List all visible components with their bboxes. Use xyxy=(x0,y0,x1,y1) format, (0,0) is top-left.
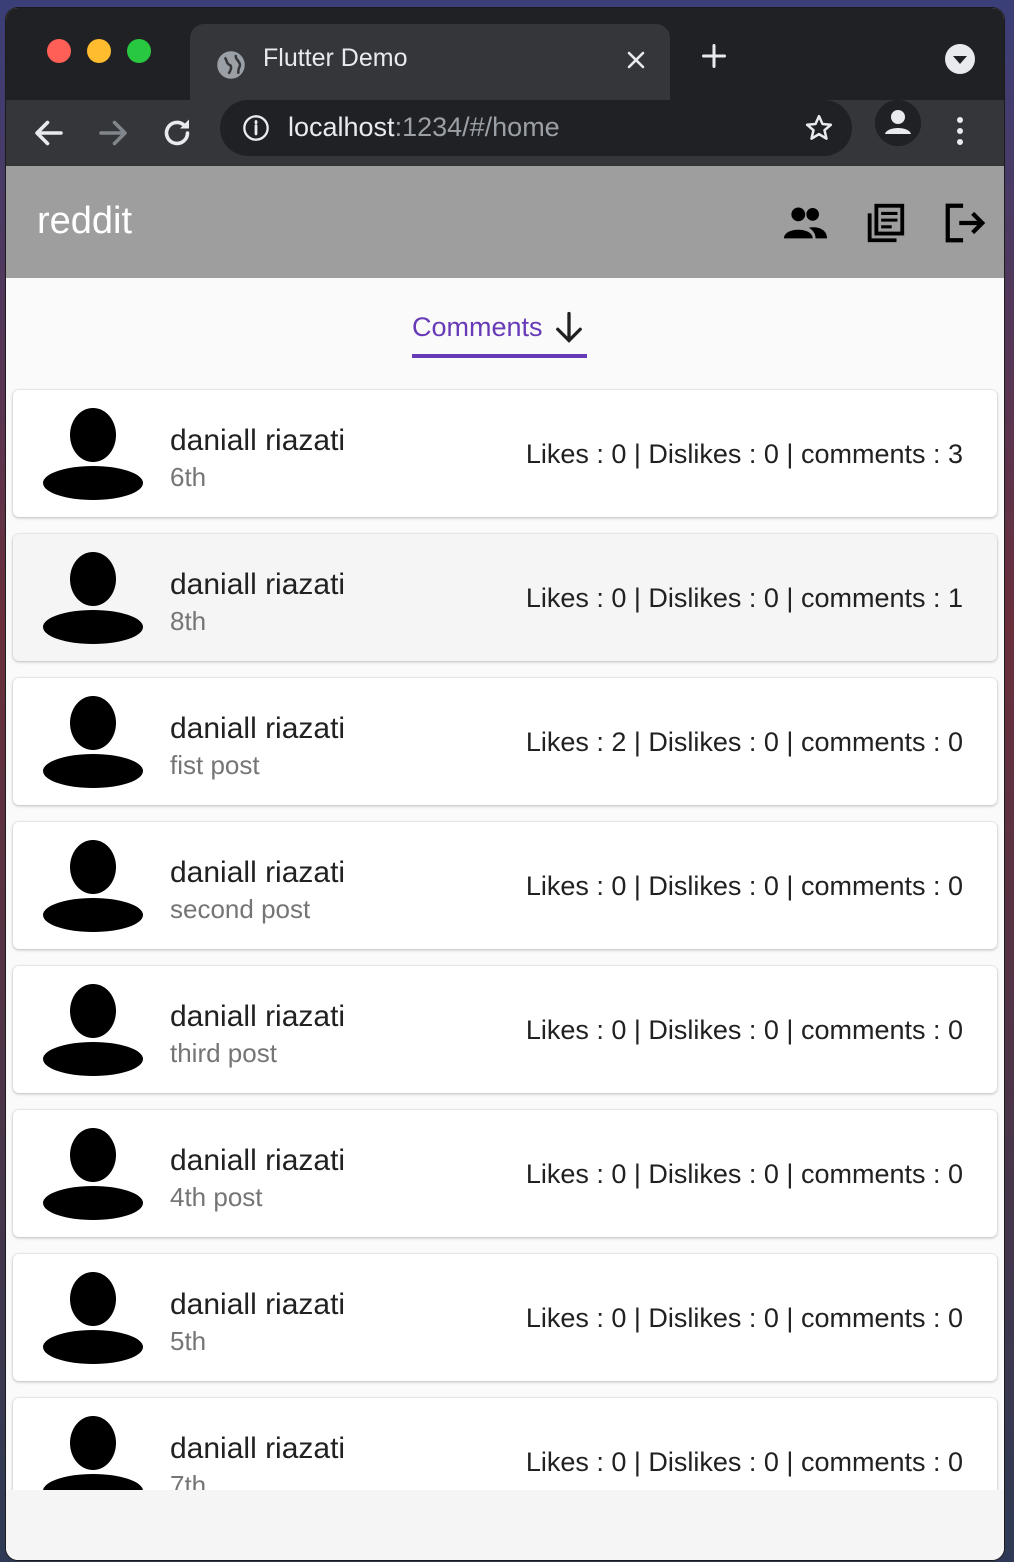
reload-icon[interactable] xyxy=(159,115,195,151)
post-author: daniall riazati xyxy=(170,1432,346,1465)
logout-icon[interactable] xyxy=(942,200,988,246)
post-card[interactable]: daniall riazati 6th Likes : 0 | Dislikes… xyxy=(13,390,997,517)
globe-icon xyxy=(217,51,245,79)
tab-search-button[interactable] xyxy=(945,44,975,74)
post-title: 7th xyxy=(170,1470,207,1490)
avatar-icon xyxy=(43,552,143,644)
post-stats: Likes : 0 | Dislikes : 0 | comments : 0 xyxy=(525,1015,963,1045)
back-arrow-icon[interactable] xyxy=(31,115,67,151)
post-stats: Likes : 0 | Dislikes : 0 | comments : 0 xyxy=(525,1303,963,1333)
close-icon[interactable] xyxy=(624,48,648,72)
bottom-spacer xyxy=(6,1490,1004,1560)
app-title: reddit xyxy=(37,200,133,242)
post-title: 6th xyxy=(170,462,207,492)
maximize-window-button[interactable] xyxy=(127,39,151,63)
people-icon[interactable] xyxy=(782,200,828,246)
bookmark-star-icon[interactable] xyxy=(804,113,834,143)
avatar-icon xyxy=(43,1272,143,1364)
post-author: daniall riazati xyxy=(170,1000,346,1033)
browser-window: Flutter Demo localhost:1234/#/home reddi… xyxy=(6,8,1004,1560)
post-author: daniall riazati xyxy=(170,568,346,601)
chevron-down-icon xyxy=(953,56,967,64)
post-author: daniall riazati xyxy=(170,1144,346,1177)
post-stats: Likes : 0 | Dislikes : 0 | comments : 0 xyxy=(525,1159,963,1189)
post-card[interactable]: daniall riazati 4th post Likes : 0 | Dis… xyxy=(13,1110,997,1237)
minimize-window-button[interactable] xyxy=(87,39,111,63)
post-author: daniall riazati xyxy=(170,856,346,889)
avatar-icon xyxy=(43,1128,143,1220)
post-title: 5th xyxy=(170,1326,207,1356)
info-icon[interactable] xyxy=(242,114,270,142)
url-host: localhost xyxy=(288,112,395,142)
post-card[interactable]: daniall riazati 7th Likes : 0 | Dislikes… xyxy=(13,1398,997,1490)
avatar-icon xyxy=(43,408,143,500)
browser-toolbar: localhost:1234/#/home xyxy=(6,100,1004,166)
post-stats: Likes : 0 | Dislikes : 0 | comments : 0 xyxy=(525,871,963,901)
more-vert-icon[interactable] xyxy=(948,114,972,148)
arrow-down-icon xyxy=(555,311,582,343)
profile-button[interactable] xyxy=(875,100,921,146)
url-text: localhost:1234/#/home xyxy=(288,112,560,143)
post-stats: Likes : 0 | Dislikes : 0 | comments : 0 xyxy=(525,1447,963,1477)
post-author: daniall riazati xyxy=(170,424,346,457)
post-stats: Likes : 0 | Dislikes : 0 | comments : 3 xyxy=(525,439,963,469)
profile-icon xyxy=(875,100,921,146)
post-list-area: Comments daniall riazati 6th Likes : 0 |… xyxy=(6,278,1004,1490)
url-path: :1234/#/home xyxy=(394,112,560,142)
avatar-icon xyxy=(43,696,143,788)
post-author: daniall riazati xyxy=(170,1288,346,1321)
post-stats: Likes : 0 | Dislikes : 0 | comments : 1 xyxy=(525,583,963,613)
post-stats: Likes : 2 | Dislikes : 0 | comments : 0 xyxy=(525,727,963,757)
sort-label: Comments xyxy=(412,312,543,342)
tab-strip: Flutter Demo xyxy=(6,8,1004,100)
post-card[interactable]: daniall riazati fist post Likes : 2 | Di… xyxy=(13,678,997,805)
app-bar: reddit xyxy=(6,166,1004,278)
post-card[interactable]: daniall riazati third post Likes : 0 | D… xyxy=(13,966,997,1093)
tab-title: Flutter Demo xyxy=(263,44,408,72)
post-title: second post xyxy=(170,894,311,924)
post-card[interactable]: daniall riazati 5th Likes : 0 | Dislikes… xyxy=(13,1254,997,1381)
sort-comments-tab[interactable]: Comments xyxy=(412,308,587,358)
close-window-button[interactable] xyxy=(47,39,71,63)
avatar-icon xyxy=(43,1416,143,1490)
post-title: fist post xyxy=(170,750,260,780)
avatar-icon xyxy=(43,840,143,932)
post-card[interactable]: daniall riazati 8th Likes : 0 | Dislikes… xyxy=(13,534,997,661)
post-card[interactable]: daniall riazati second post Likes : 0 | … xyxy=(13,822,997,949)
new-tab-icon[interactable] xyxy=(700,42,728,70)
post-title: third post xyxy=(170,1038,277,1068)
post-title: 4th post xyxy=(170,1182,263,1212)
avatar-icon xyxy=(43,984,143,1076)
post-title: 8th xyxy=(170,606,207,636)
forward-arrow-icon[interactable] xyxy=(95,115,131,151)
browser-tab[interactable]: Flutter Demo xyxy=(190,24,670,100)
article-icon[interactable] xyxy=(862,200,908,246)
address-bar[interactable]: localhost:1234/#/home xyxy=(220,100,852,156)
post-author: daniall riazati xyxy=(170,712,346,745)
